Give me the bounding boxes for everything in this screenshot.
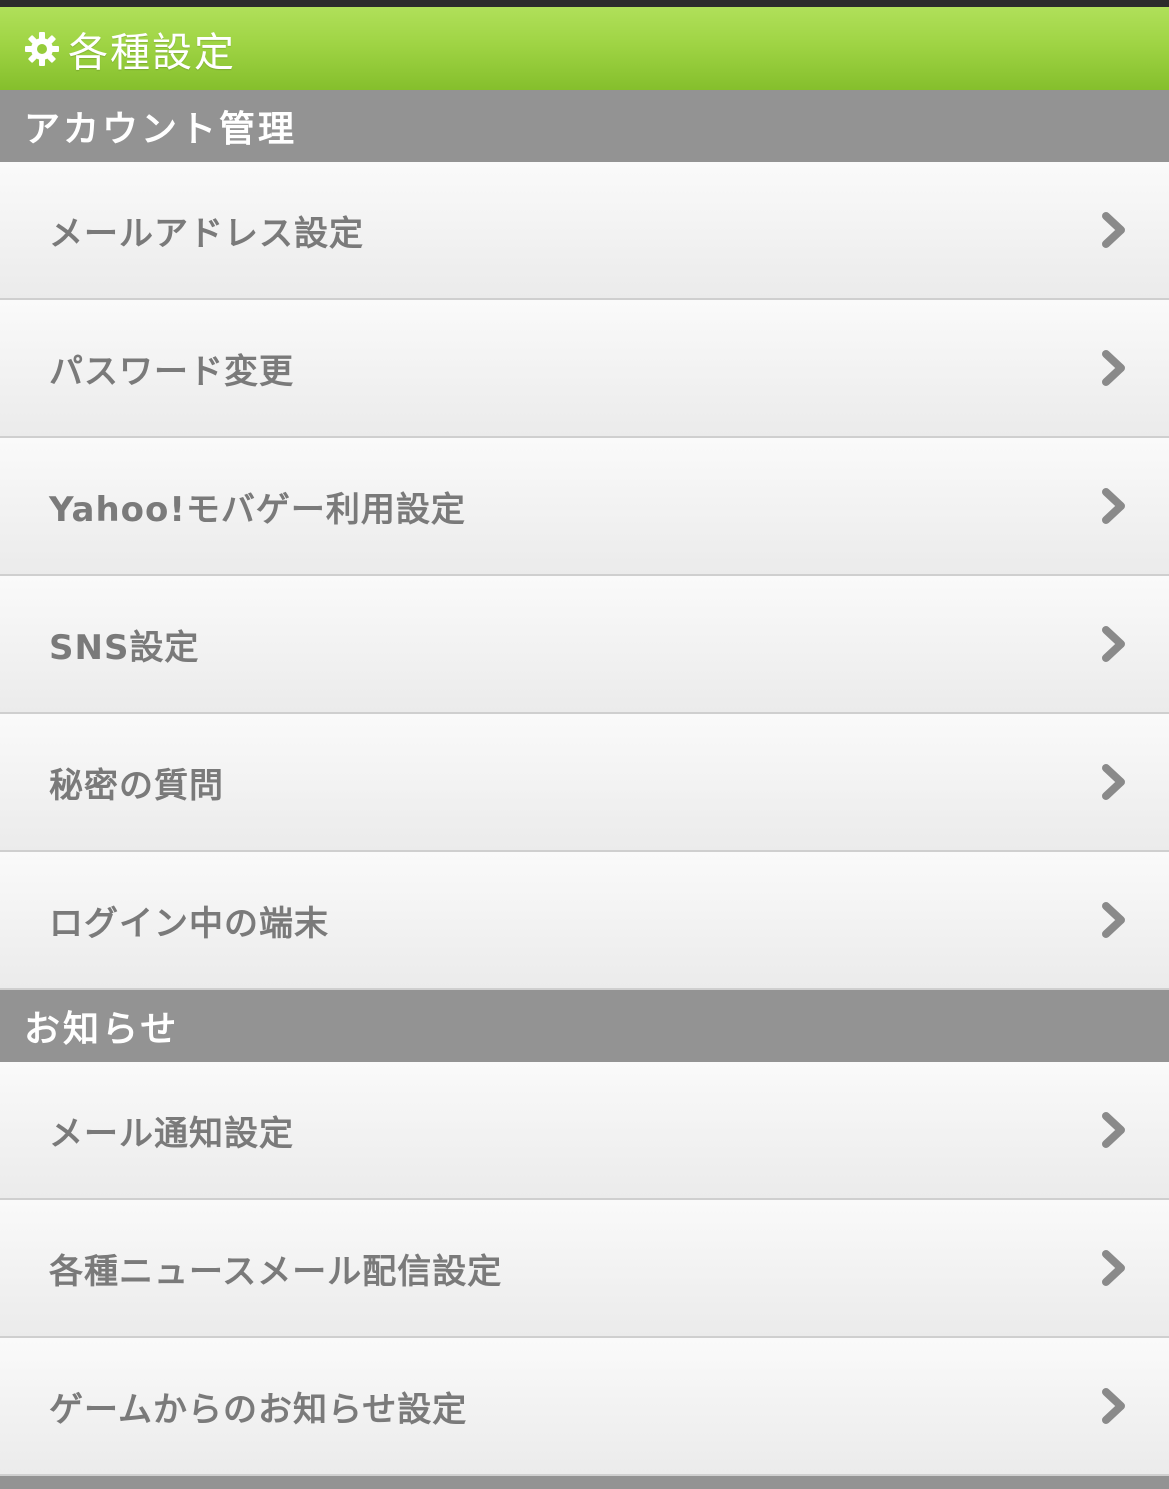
chevron-right-icon: [1097, 346, 1131, 390]
app-header: 各種設定: [0, 7, 1169, 90]
chevron-right-icon: [1097, 484, 1131, 528]
chevron-right-icon: [1097, 1384, 1131, 1428]
chevron-right-icon: [1097, 1108, 1131, 1152]
chevron-right-icon: [1097, 622, 1131, 666]
chevron-right-icon: [1097, 898, 1131, 942]
menu-item-label: SNS設定: [49, 627, 200, 668]
menu-item-news-mail-settings[interactable]: 各種ニュースメール配信設定: [0, 1200, 1169, 1338]
gear-icon: [22, 29, 62, 69]
chevron-right-icon: [1097, 1246, 1131, 1290]
section-header-notifications: お知らせ: [0, 990, 1169, 1062]
menu-item-yahoo-mobage-settings[interactable]: Yahoo!モバゲー利用設定: [0, 438, 1169, 576]
menu-item-label: ゲームからのお知らせ設定: [49, 1389, 468, 1430]
menu-item-label: Yahoo!モバゲー利用設定: [49, 489, 466, 530]
chevron-right-icon: [1097, 208, 1131, 252]
menu-item-email-settings[interactable]: メールアドレス設定: [0, 162, 1169, 300]
menu-item-logged-in-devices[interactable]: ログイン中の端末: [0, 852, 1169, 990]
menu-item-label: 秘密の質問: [49, 765, 224, 806]
menu-item-mail-notification-settings[interactable]: メール通知設定: [0, 1062, 1169, 1200]
page-title: 各種設定: [68, 29, 236, 76]
section-header-next: [0, 1476, 1169, 1489]
section-header-account: アカウント管理: [0, 90, 1169, 162]
menu-item-label: メール通知設定: [49, 1113, 294, 1154]
menu-item-label: 各種ニュースメール配信設定: [49, 1251, 503, 1292]
status-bar-strip: [0, 0, 1169, 7]
menu-item-sns-settings[interactable]: SNS設定: [0, 576, 1169, 714]
menu-item-secret-question[interactable]: 秘密の質問: [0, 714, 1169, 852]
section-title: お知らせ: [24, 1009, 180, 1050]
section-title: アカウント管理: [24, 109, 298, 150]
chevron-right-icon: [1097, 760, 1131, 804]
menu-item-label: ログイン中の端末: [49, 903, 329, 944]
menu-item-game-notification-settings[interactable]: ゲームからのお知らせ設定: [0, 1338, 1169, 1476]
menu-item-label: メールアドレス設定: [49, 213, 364, 254]
menu-item-password-change[interactable]: パスワード変更: [0, 300, 1169, 438]
menu-item-label: パスワード変更: [49, 351, 294, 392]
